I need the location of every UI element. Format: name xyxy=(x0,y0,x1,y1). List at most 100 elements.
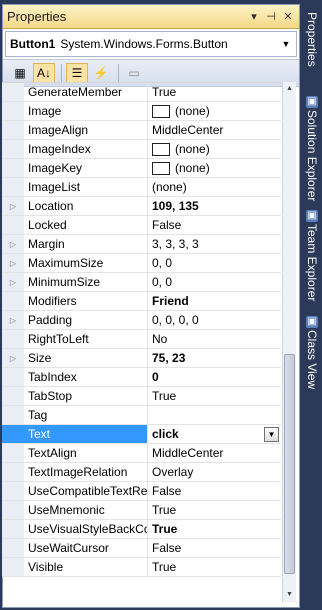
expand-icon[interactable]: ▷ xyxy=(2,197,24,215)
expand-icon[interactable]: ▷ xyxy=(2,273,24,291)
property-name[interactable]: ImageAlign xyxy=(24,121,148,139)
property-row-textimagerelation[interactable]: TextImageRelation Overlay xyxy=(2,463,281,482)
scroll-up-icon[interactable]: ▲ xyxy=(283,82,296,96)
property-name[interactable]: GenerateMember xyxy=(24,83,148,101)
property-name[interactable]: Modifiers xyxy=(24,292,148,310)
property-row-size[interactable]: ▷ Size 75, 23 xyxy=(2,349,281,368)
property-row-minimumsize[interactable]: ▷ MinimumSize 0, 0 xyxy=(2,273,281,292)
property-row-location[interactable]: ▷ Location 109, 135 xyxy=(2,197,281,216)
property-row-visible[interactable]: Visible True xyxy=(2,558,281,577)
property-row-modifiers[interactable]: Modifiers Friend xyxy=(2,292,281,311)
property-value[interactable]: False xyxy=(148,482,281,500)
property-row-text[interactable]: Text click ▼ xyxy=(2,425,281,444)
auto-hide-pin-icon[interactable]: ⊣ xyxy=(264,10,278,24)
property-row-padding[interactable]: ▷ Padding 0, 0, 0, 0 xyxy=(2,311,281,330)
categorized-button[interactable]: ▦ xyxy=(9,63,31,83)
events-button[interactable]: ⚡ xyxy=(90,63,112,83)
property-row-usemnemonic[interactable]: UseMnemonic True xyxy=(2,501,281,520)
property-row-textalign[interactable]: TextAlign MiddleCenter xyxy=(2,444,281,463)
expand-icon[interactable]: ▷ xyxy=(2,254,24,272)
scroll-down-icon[interactable]: ▼ xyxy=(283,588,296,602)
property-name[interactable]: UseCompatibleTextRer xyxy=(24,482,148,500)
property-name[interactable]: MinimumSize xyxy=(24,273,148,291)
property-name[interactable]: Tag xyxy=(24,406,148,424)
property-name[interactable]: MaximumSize xyxy=(24,254,148,272)
property-row-margin[interactable]: ▷ Margin 3, 3, 3, 3 xyxy=(2,235,281,254)
property-value[interactable]: (none) xyxy=(148,102,281,120)
side-tab-solution-explorer[interactable]: ▣ Solution Explorer xyxy=(302,96,322,201)
property-pages-button[interactable]: ▭ xyxy=(123,63,145,83)
close-icon[interactable]: ✕ xyxy=(281,10,295,24)
property-name[interactable]: Size xyxy=(24,349,148,367)
property-value[interactable]: False xyxy=(148,216,281,234)
property-row-image[interactable]: Image (none) xyxy=(2,102,281,121)
property-value[interactable] xyxy=(148,406,281,424)
property-value[interactable]: False xyxy=(148,539,281,557)
properties-button[interactable]: ☰ xyxy=(66,63,88,83)
property-value[interactable]: True xyxy=(148,83,281,101)
window-position-icon[interactable]: ▾ xyxy=(247,10,261,24)
side-tab-properties[interactable]: Properties xyxy=(302,12,322,67)
property-name[interactable]: UseVisualStyleBackCol xyxy=(24,520,148,538)
property-row-imagelist[interactable]: ImageList (none) xyxy=(2,178,281,197)
property-value[interactable]: MiddleCenter xyxy=(148,121,281,139)
property-value[interactable]: 0, 0 xyxy=(148,273,281,291)
property-row-tabindex[interactable]: TabIndex 0 xyxy=(2,368,281,387)
scroll-thumb[interactable] xyxy=(284,354,295,574)
property-row-imagekey[interactable]: ImageKey (none) xyxy=(2,159,281,178)
property-row-maximumsize[interactable]: ▷ MaximumSize 0, 0 xyxy=(2,254,281,273)
property-value[interactable]: 0, 0, 0, 0 xyxy=(148,311,281,329)
property-name[interactable]: Margin xyxy=(24,235,148,253)
property-value[interactable]: 0, 0 xyxy=(148,254,281,272)
property-name[interactable]: Padding xyxy=(24,311,148,329)
property-name[interactable]: ImageList xyxy=(24,178,148,196)
property-row-righttoleft[interactable]: RightToLeft No xyxy=(2,330,281,349)
properties-title-bar[interactable]: Properties ▾ ⊣ ✕ xyxy=(3,5,299,29)
property-name[interactable]: Visible xyxy=(24,558,148,576)
property-value[interactable]: 3, 3, 3, 3 xyxy=(148,235,281,253)
side-tab-team-explorer[interactable]: ▣ Team Explorer xyxy=(302,210,322,301)
property-name[interactable]: ImageKey xyxy=(24,159,148,177)
property-name[interactable]: TabStop xyxy=(24,387,148,405)
property-value[interactable]: 75, 23 xyxy=(148,349,281,367)
property-value[interactable]: (none) xyxy=(148,178,281,196)
property-name[interactable]: Location xyxy=(24,197,148,215)
property-value[interactable]: MiddleCenter xyxy=(148,444,281,462)
property-value[interactable]: click ▼ xyxy=(148,425,281,443)
property-name[interactable]: TextImageRelation xyxy=(24,463,148,481)
property-row-usevisualstylebackcol[interactable]: UseVisualStyleBackCol True xyxy=(2,520,281,539)
property-row-usewaitcursor[interactable]: UseWaitCursor False xyxy=(2,539,281,558)
property-name[interactable]: ImageIndex xyxy=(24,140,148,158)
chevron-down-icon[interactable]: ▼ xyxy=(280,39,292,49)
side-tab-class-view[interactable]: ▣ Class View xyxy=(302,316,322,389)
alphabetical-button[interactable]: A↓ xyxy=(33,63,55,83)
property-name[interactable]: RightToLeft xyxy=(24,330,148,348)
property-row-locked[interactable]: Locked False xyxy=(2,216,281,235)
property-name[interactable]: Locked xyxy=(24,216,148,234)
dropdown-arrow-icon[interactable]: ▼ xyxy=(264,426,279,442)
property-value[interactable]: 109, 135 xyxy=(148,197,281,215)
property-value[interactable]: 0 xyxy=(148,368,281,386)
property-name[interactable]: Image xyxy=(24,102,148,120)
expand-icon[interactable]: ▷ xyxy=(2,235,24,253)
object-selector[interactable]: Button1 System.Windows.Forms.Button ▼ xyxy=(5,31,297,57)
property-row-imagealign[interactable]: ImageAlign MiddleCenter xyxy=(2,121,281,140)
property-row-imageindex[interactable]: ImageIndex (none) xyxy=(2,140,281,159)
property-value[interactable]: Overlay xyxy=(148,463,281,481)
property-name[interactable]: TextAlign xyxy=(24,444,148,462)
property-row-generatemember[interactable]: GenerateMember True xyxy=(2,83,281,102)
property-name[interactable]: UseWaitCursor xyxy=(24,539,148,557)
property-value[interactable]: True xyxy=(148,501,281,519)
property-name[interactable]: Text xyxy=(24,425,148,443)
expand-icon[interactable]: ▷ xyxy=(2,349,24,367)
property-name[interactable]: TabIndex xyxy=(24,368,148,386)
property-value[interactable]: (none) xyxy=(148,140,281,158)
property-value[interactable]: Friend xyxy=(148,292,281,310)
property-value[interactable]: No xyxy=(148,330,281,348)
property-row-tabstop[interactable]: TabStop True xyxy=(2,387,281,406)
property-value[interactable]: True xyxy=(148,520,281,538)
property-row-tag[interactable]: Tag xyxy=(2,406,281,425)
property-value[interactable]: True xyxy=(148,558,281,576)
property-value[interactable]: (none) xyxy=(148,159,281,177)
property-row-usecompatibletextrer[interactable]: UseCompatibleTextRer False xyxy=(2,482,281,501)
